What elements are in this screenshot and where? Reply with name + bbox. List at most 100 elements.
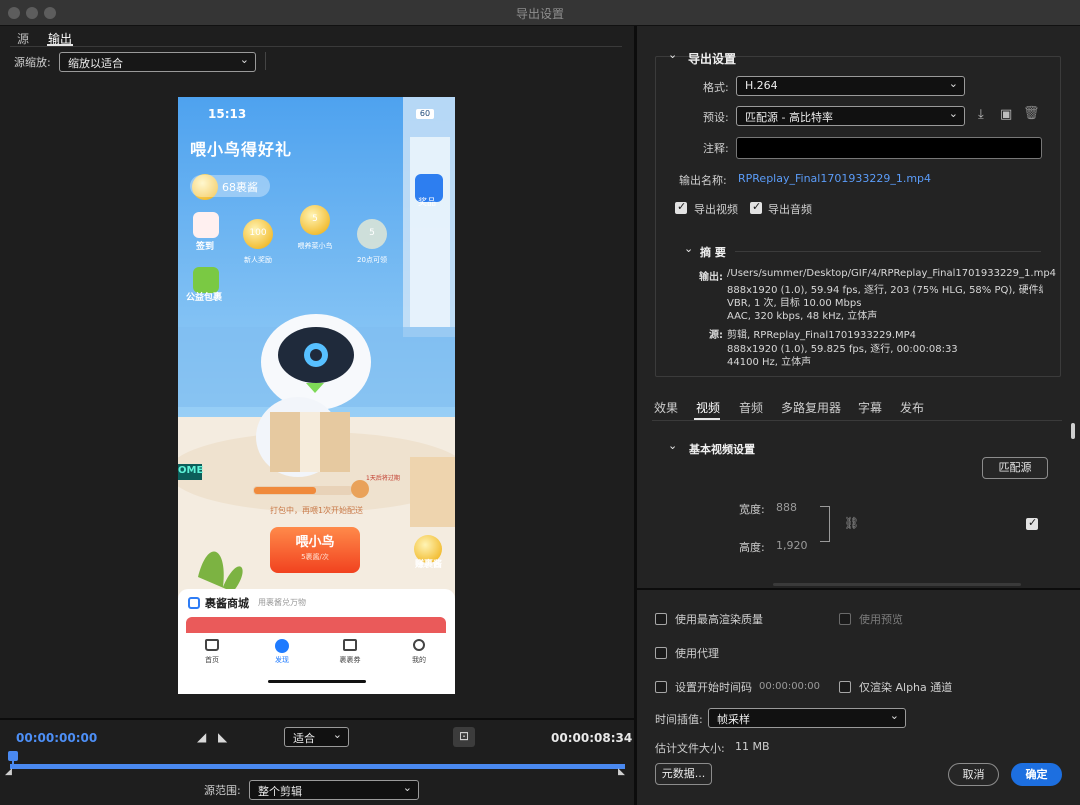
match-checkbox[interactable] <box>1026 516 1038 530</box>
ok-button[interactable]: 确定 <box>1011 763 1062 786</box>
nav-profile[interactable]: 我的 <box>407 655 431 665</box>
tab-multiplexer[interactable]: 多路复用器 <box>781 399 841 416</box>
nav-discover[interactable]: 发现 <box>270 655 294 665</box>
bubble-value[interactable]: 5 <box>360 228 384 238</box>
metadata-button[interactable]: 元数据... <box>655 763 712 785</box>
scroll-indicator <box>773 583 1021 586</box>
home-icon[interactable] <box>205 639 219 651</box>
source-range-select[interactable]: 整个剪辑 ⌄ <box>249 780 419 800</box>
mall-icon <box>188 597 200 609</box>
use-preview-checkbox[interactable] <box>839 613 851 625</box>
chevron-down-icon[interactable]: ⌄ <box>684 242 693 255</box>
timeline-range-bar[interactable] <box>10 764 625 769</box>
bubble-value[interactable]: 5 <box>303 214 327 224</box>
nav-home[interactable]: 首页 <box>200 655 224 665</box>
summary-output-line: AAC, 320 kbps, 48 kHz, 立体声 <box>727 311 878 322</box>
alpha-only-checkbox[interactable] <box>839 681 851 693</box>
toolbar-divider <box>265 52 266 70</box>
summary-output-line: /Users/summer/Desktop/GIF/4/RPReplay_Fin… <box>727 268 1057 279</box>
preset-label: 预设: <box>703 111 729 124</box>
chevron-down-icon: ⌄ <box>239 53 249 66</box>
tab-publish[interactable]: 发布 <box>900 399 924 416</box>
fit-select[interactable]: 适合 ⌄ <box>284 727 349 747</box>
playhead-line <box>12 759 14 769</box>
preset-value: 匹配源 - 高比特率 <box>745 111 833 124</box>
profile-icon[interactable] <box>413 639 425 651</box>
aspect-ratio-icon[interactable]: ⊡ <box>453 727 475 747</box>
cancel-button[interactable]: 取消 <box>948 763 999 786</box>
source-range-label: 源范围: <box>204 784 241 797</box>
alpha-only-label: 仅渲染 Alpha 通道 <box>859 681 953 694</box>
tab-audio[interactable]: 音频 <box>739 399 763 416</box>
summary-source-line: 44100 Hz, 立体声 <box>727 357 812 368</box>
tab-captions[interactable]: 字幕 <box>858 399 882 416</box>
max-render-quality-checkbox[interactable] <box>655 613 667 625</box>
set-in-point-icon[interactable]: ◢ <box>197 730 206 744</box>
export-video-checkbox[interactable] <box>675 200 687 214</box>
bubble-value[interactable]: 100 <box>246 228 270 238</box>
feed-button[interactable]: 喂小鸟 <box>270 531 360 550</box>
bubble-label: 20点可领 <box>357 256 387 264</box>
chevron-down-icon[interactable]: ⌄ <box>668 48 677 61</box>
height-value[interactable]: 1,920 <box>776 539 808 552</box>
expire-tag: 1天后将过期 <box>366 475 400 482</box>
save-preset-icon[interactable]: ⤓ <box>978 107 984 122</box>
chevron-down-icon: ⌄ <box>332 728 342 741</box>
coupon-icon[interactable] <box>343 639 357 651</box>
width-value[interactable]: 888 <box>776 501 797 514</box>
source-scale-value: 缩放以适合 <box>68 57 123 70</box>
timeline-divider <box>0 718 634 720</box>
format-value: H.264 <box>745 79 778 92</box>
bottom-nav: 首页 发现 裹裹券 我的 <box>178 633 455 694</box>
nav-coupons[interactable]: 裹裹券 <box>334 655 366 665</box>
tab-video[interactable]: 视频 <box>696 399 720 416</box>
time-interp-select[interactable]: 帧采样 ⌄ <box>708 708 906 728</box>
coin-counter[interactable]: 68裹酱 <box>190 175 270 197</box>
tab-source[interactable]: 源 <box>17 30 29 47</box>
mall-title[interactable]: 裹酱商城 <box>205 595 249 611</box>
discover-icon[interactable] <box>275 639 289 653</box>
format-select[interactable]: H.264 ⌄ <box>736 76 965 96</box>
video-preview: 15:13 60 喂小鸟得好礼 68裹酱 签到 公益包裹 奖品 100 新人奖励… <box>178 97 455 694</box>
bubble-label: 新人奖励 <box>244 256 272 264</box>
source-scale-select[interactable]: 缩放以适合 ⌄ <box>59 52 256 72</box>
sign-in-label[interactable]: 签到 <box>196 239 214 252</box>
link-icon[interactable]: ⛓ <box>844 516 859 530</box>
in-point-handle[interactable]: ◢ <box>5 767 12 777</box>
source-range-value: 整个剪辑 <box>258 785 302 798</box>
out-point-handle[interactable]: ◣ <box>618 767 625 777</box>
start-timecode[interactable]: 00:00:00:00 <box>16 731 97 745</box>
set-out-point-icon[interactable]: ◣ <box>218 730 227 744</box>
earn-label[interactable]: 赚裹酱 <box>415 557 442 570</box>
output-name-link[interactable]: RPReplay_Final1701933229_1.mp4 <box>738 172 931 185</box>
summary-divider <box>735 251 1041 252</box>
feed-cost: 5裹酱/次 <box>301 553 329 561</box>
delete-preset-icon[interactable]: 🗑 <box>1023 106 1040 121</box>
time-interp-label: 时间插值: <box>655 713 703 726</box>
chevron-down-icon[interactable]: ⌄ <box>668 439 677 452</box>
preset-select[interactable]: 匹配源 - 高比特率 ⌄ <box>736 106 965 126</box>
link-bracket <box>820 506 830 542</box>
end-timecode: 00:00:08:34 <box>551 731 633 745</box>
use-proxy-checkbox[interactable] <box>655 647 667 659</box>
import-preset-icon[interactable]: ▣ <box>1000 107 1012 122</box>
subtab-divider <box>652 420 1062 421</box>
export-settings-title[interactable]: 导出设置 <box>688 50 736 67</box>
export-audio-checkbox[interactable] <box>750 200 762 214</box>
summary-title[interactable]: 摘 要 <box>700 244 726 260</box>
scrollbar-thumb[interactable] <box>1071 423 1075 439</box>
tab-effects[interactable]: 效果 <box>654 399 678 416</box>
store-label[interactable]: 奖品 <box>418 195 436 208</box>
export-video-label: 导出视频 <box>694 203 738 216</box>
tab-divider <box>10 46 622 47</box>
match-source-button[interactable]: 匹配源 <box>982 457 1048 479</box>
left-pane: 源 输出 源缩放: 缩放以适合 ⌄ 15:13 60 喂小鸟得好礼 68裹酱 签… <box>0 26 634 805</box>
mall-banner[interactable] <box>186 617 446 633</box>
bottom-sheet: 裹酱商城 用裹酱兑万物 首页 发现 裹裹券 我的 <box>178 589 455 694</box>
comment-input[interactable] <box>736 137 1042 159</box>
start-timecode-value[interactable]: 00:00:00:00 <box>759 681 820 692</box>
progress-text: 打包中，再喂1次开始配送 <box>269 506 364 515</box>
basic-video-settings-title[interactable]: 基本视频设置 <box>689 441 755 457</box>
charity-label[interactable]: 公益包裹 <box>186 290 222 303</box>
start-timecode-checkbox[interactable] <box>655 681 667 693</box>
